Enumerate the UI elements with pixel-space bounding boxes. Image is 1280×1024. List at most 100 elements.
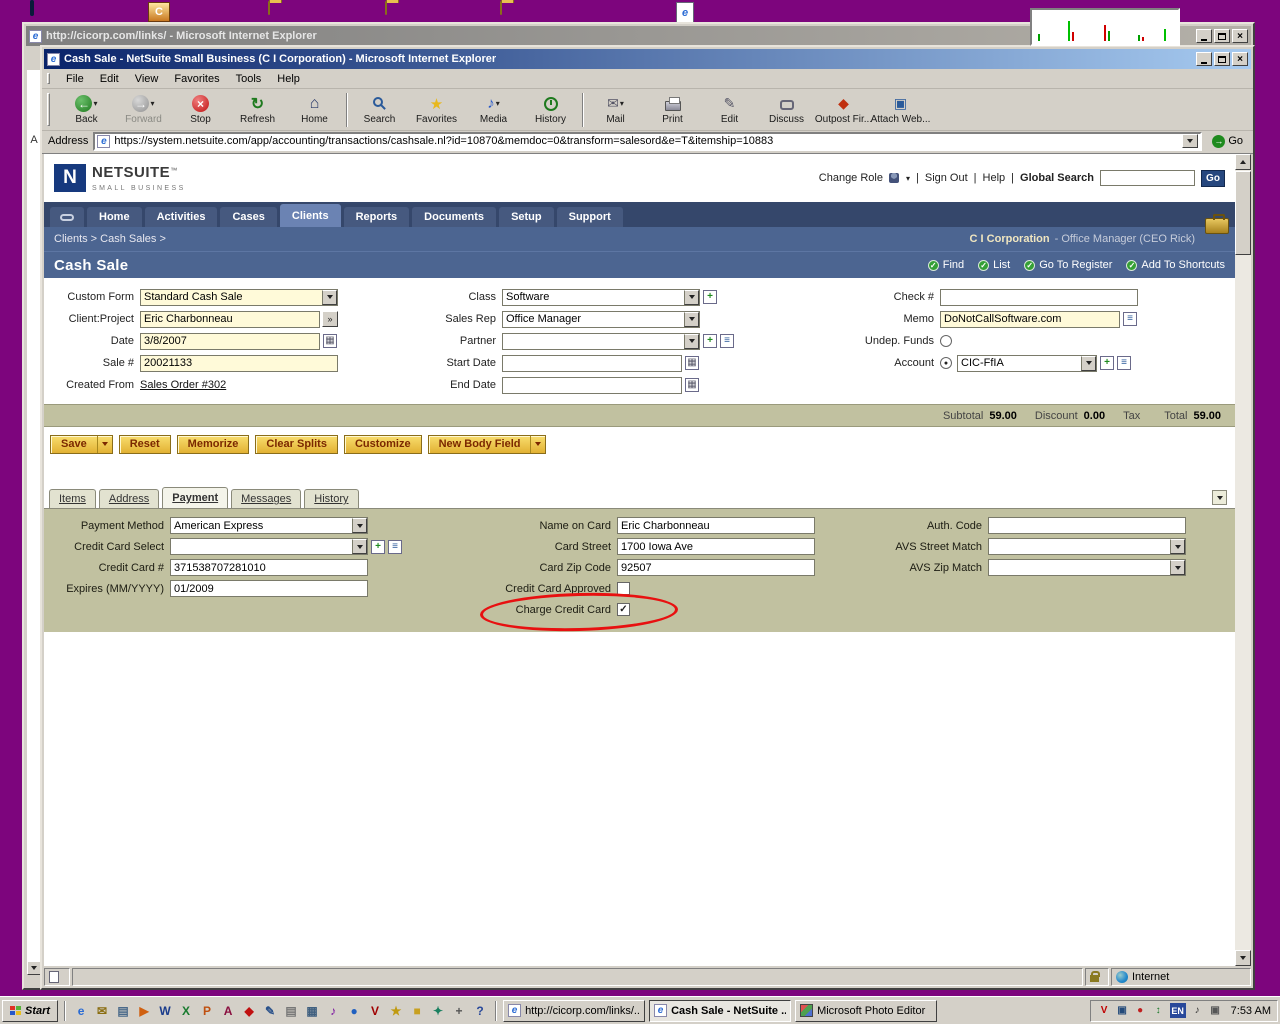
avs-street-select[interactable] <box>988 538 1186 555</box>
taskbar-task-photo-editor[interactable]: Microsoft Photo Editor <box>795 1000 937 1022</box>
refresh-button[interactable]: ↻ Refresh <box>229 91 286 129</box>
quick-link-tab[interactable] <box>50 207 84 227</box>
credit-card-approved-checkbox[interactable] <box>617 582 630 595</box>
favorites-icon[interactable]: ★ <box>387 1002 405 1020</box>
folder-icon[interactable] <box>385 2 387 14</box>
antivirus-icon[interactable]: V <box>366 1002 384 1020</box>
new-body-field-dropdown[interactable] <box>530 436 545 453</box>
open-list-icon[interactable]: ≡ <box>720 334 734 348</box>
network-activity-icon[interactable]: ↕ <box>1151 1003 1166 1018</box>
language-indicator[interactable]: EN <box>1170 1003 1186 1018</box>
dropdown-arrow[interactable] <box>352 518 367 533</box>
edit-page-button[interactable]: ✎ Edit <box>701 91 758 129</box>
dropdown-arrow[interactable] <box>1081 356 1096 371</box>
alert-icon[interactable]: ● <box>1133 1003 1148 1018</box>
credit-card-number-input[interactable]: 371538707281010 <box>170 559 368 576</box>
desktop-app-icon[interactable]: C <box>148 2 170 22</box>
breadcrumb[interactable]: Clients > Cash Sales > <box>54 233 166 245</box>
notepad-icon[interactable]: ▤ <box>282 1002 300 1020</box>
clear-splits-button[interactable]: Clear Splits <box>255 435 338 454</box>
go-button[interactable]: → Go <box>1207 131 1248 151</box>
subtab-items[interactable]: Items <box>49 489 96 508</box>
avs-zip-select[interactable] <box>988 559 1186 576</box>
back-button[interactable]: ←▾ Back <box>58 91 115 129</box>
outer-scroll-button[interactable] <box>27 961 41 975</box>
file-manager-icon[interactable]: ■ <box>408 1002 426 1020</box>
calendar-icon[interactable]: ▦ <box>323 334 337 348</box>
address-input[interactable]: e https://system.netsuite.com/app/accoun… <box>93 132 1202 151</box>
dropdown-arrow[interactable] <box>684 290 699 305</box>
subtab-messages[interactable]: Messages <box>231 489 301 508</box>
calculator-icon[interactable]: ▦ <box>303 1002 321 1020</box>
dropdown-arrow[interactable] <box>684 334 699 349</box>
toolbar-grip[interactable] <box>47 93 50 126</box>
photo-editor-icon[interactable]: ✎ <box>261 1002 279 1020</box>
account-radio[interactable]: ● <box>940 357 952 369</box>
media-button[interactable]: ♪▾ Media <box>465 91 522 129</box>
search-button[interactable]: Search <box>351 91 408 129</box>
minimize-button[interactable] <box>1196 52 1212 66</box>
monitor-icon[interactable]: ▣ <box>1208 1003 1223 1018</box>
favorites-button[interactable]: ★ Favorites <box>408 91 465 129</box>
scroll-down-button[interactable] <box>1235 950 1251 966</box>
calendar-icon[interactable]: ▦ <box>685 356 699 370</box>
access-icon[interactable]: A <box>219 1002 237 1020</box>
powerpoint-icon[interactable]: P <box>198 1002 216 1020</box>
volume-icon[interactable]: ♪ <box>1190 1003 1205 1018</box>
account-select[interactable]: CIC-FfIA <box>957 355 1097 372</box>
display-settings-icon[interactable]: ▣ <box>1115 1003 1130 1018</box>
add-new-icon[interactable]: + <box>703 290 717 304</box>
dropdown-arrow[interactable] <box>1170 539 1185 554</box>
scrollbar-thumb[interactable] <box>1235 171 1251 255</box>
created-from-link[interactable]: Sales Order #302 <box>140 379 226 391</box>
undep-funds-radio[interactable] <box>940 335 952 347</box>
maximize-button[interactable] <box>1214 52 1230 66</box>
expires-input[interactable]: 01/2009 <box>170 580 368 597</box>
folder-icon[interactable] <box>500 2 502 14</box>
name-on-card-input[interactable]: Eric Charbonneau <box>617 517 815 534</box>
global-search-go-button[interactable]: Go <box>1201 170 1225 187</box>
close-button[interactable]: × <box>1232 52 1248 66</box>
tab-documents[interactable]: Documents <box>412 207 496 227</box>
internet-document-icon[interactable]: e <box>676 2 694 23</box>
virus-scanner-icon[interactable]: V <box>1097 1003 1112 1018</box>
excel-icon[interactable]: X <box>177 1002 195 1020</box>
show-desktop-icon[interactable]: ▤ <box>114 1002 132 1020</box>
card-street-input[interactable]: 1700 Iowa Ave <box>617 538 815 555</box>
custom-form-select[interactable]: Standard Cash Sale <box>140 289 338 306</box>
minimize-button[interactable] <box>1196 29 1212 43</box>
open-list-icon[interactable]: ≡ <box>388 540 402 554</box>
taskbar-task-cicorp[interactable]: e http://cicorp.com/links/... <box>503 1000 645 1022</box>
payment-method-select[interactable]: American Express <box>170 517 368 534</box>
add-new-icon[interactable]: + <box>1100 356 1114 370</box>
netsuite-logo[interactable]: N NETSUITE™ SMALL BUSINESS <box>54 164 186 193</box>
save-dropdown[interactable] <box>97 436 112 453</box>
dropdown-arrow[interactable] <box>684 312 699 327</box>
save-button[interactable]: Save <box>50 435 113 454</box>
calendar-icon[interactable]: ▦ <box>685 378 699 392</box>
help-link[interactable]: Help <box>983 172 1006 184</box>
menu-edit[interactable]: Edit <box>92 71 127 87</box>
sale-number-input[interactable]: 20021133 <box>140 355 338 372</box>
go-to-register-link[interactable]: ✓Go To Register <box>1024 259 1112 271</box>
collapse-panel-button[interactable] <box>1212 490 1227 505</box>
close-button[interactable]: × <box>1232 29 1248 43</box>
menu-tools[interactable]: Tools <box>228 71 270 87</box>
tab-setup[interactable]: Setup <box>499 207 554 227</box>
help-center-icon[interactable]: ? <box>471 1002 489 1020</box>
tab-activities[interactable]: Activities <box>145 207 218 227</box>
word-icon[interactable]: W <box>156 1002 174 1020</box>
attach-web-button[interactable]: ▣ Attach Web... <box>872 91 929 129</box>
memo-input[interactable]: DoNotCallSoftware.com <box>940 311 1120 328</box>
menu-view[interactable]: View <box>127 71 167 87</box>
check-number-input[interactable] <box>940 289 1138 306</box>
folder-icon[interactable] <box>268 2 270 14</box>
partner-select[interactable] <box>502 333 700 350</box>
dropdown-arrow[interactable] <box>352 539 367 554</box>
sign-out-link[interactable]: Sign Out <box>925 172 968 184</box>
stop-button[interactable]: × Stop <box>172 91 229 129</box>
tab-support[interactable]: Support <box>557 207 623 227</box>
messenger-icon[interactable]: ✦ <box>429 1002 447 1020</box>
charge-credit-card-checkbox[interactable]: ✓ <box>617 603 630 616</box>
subtab-address[interactable]: Address <box>99 489 159 508</box>
